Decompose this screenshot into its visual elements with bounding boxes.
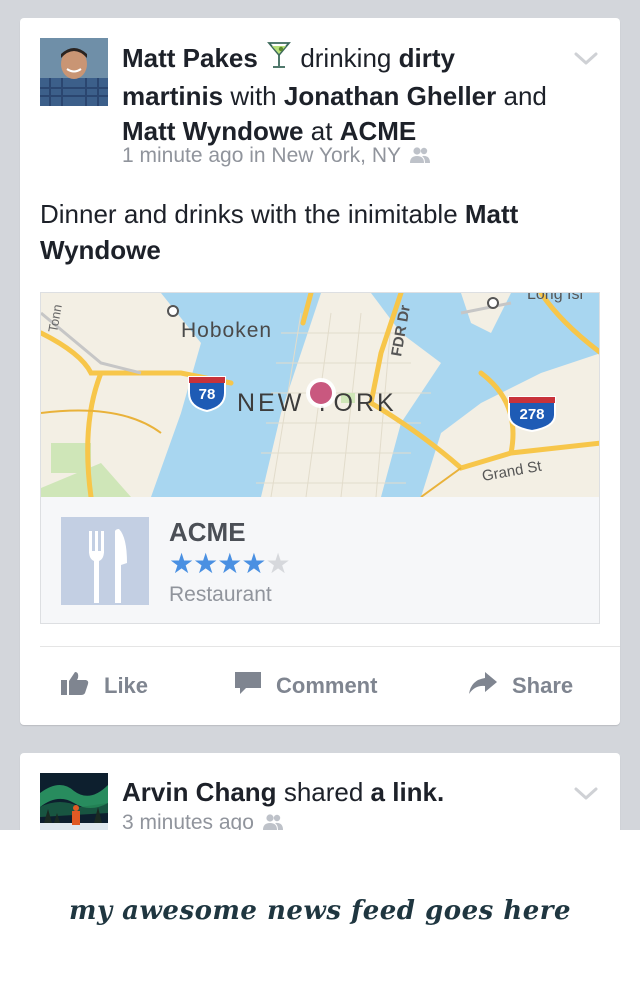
activity-verb: drinking (300, 43, 392, 73)
star-icon: ★ (169, 548, 194, 579)
story-timestamp[interactable]: 1 minute ago in New York, NY (122, 144, 401, 167)
share-label: Share (512, 673, 574, 698)
story-header: Arvin Chang shared a link. (122, 775, 552, 810)
story-meta: 3 minutes ago (122, 811, 284, 830)
comment-bubble-icon (234, 670, 276, 702)
star-icon: ★ (241, 548, 266, 579)
rating-stars: ★★★★★ (169, 547, 291, 580)
friends-icon (409, 146, 431, 170)
map-label-long-island: Long Isl (527, 293, 583, 303)
highway-78-shield: 78 (188, 376, 226, 413)
and-word: and (503, 81, 547, 111)
at-word: at (310, 116, 333, 146)
story-actions: Like Comment Share (20, 647, 620, 725)
story-meta: 1 minute ago in New York, NY (122, 144, 431, 170)
highway-278-shield: 278 (508, 396, 556, 433)
story-timestamp[interactable]: 3 minutes ago (122, 811, 254, 830)
place-link[interactable]: ACME (340, 116, 417, 146)
comment-label: Comment (276, 673, 378, 698)
story-header: Matt Pakes drinking dirty martinis with … (122, 40, 552, 149)
author-name[interactable]: Matt Pakes (122, 43, 258, 73)
tagged-friend-1[interactable]: Jonathan Gheller (284, 81, 496, 111)
thumbs-up-icon (60, 670, 104, 702)
map-transit-dot (167, 305, 179, 317)
news-feed: Matt Pakes drinking dirty martinis with … (0, 0, 640, 830)
tagged-friend-2[interactable]: Matt Wyndowe (122, 116, 304, 146)
story-message: Dinner and drinks with the inimitable Ma… (40, 196, 600, 268)
message-text: Dinner and drinks with the inimitable (40, 199, 458, 229)
chevron-down-icon[interactable] (572, 48, 600, 68)
location-pin-icon[interactable] (306, 378, 336, 408)
shared-verb: shared (283, 777, 364, 807)
place-attachment[interactable]: Hoboken NEW YORK FDR Dr Grand St Long Is… (40, 292, 600, 624)
friends-icon (262, 813, 284, 830)
like-label: Like (104, 673, 149, 698)
place-category: Restaurant (169, 583, 272, 606)
author-avatar[interactable] (40, 38, 108, 106)
svg-text:78: 78 (199, 386, 216, 403)
shared-object-link[interactable]: a link. (371, 777, 445, 807)
chevron-down-icon[interactable] (572, 783, 600, 803)
share-button[interactable]: Share (468, 647, 573, 725)
author-name[interactable]: Arvin Chang (122, 777, 277, 807)
like-button[interactable]: Like (60, 647, 148, 725)
map-image[interactable]: Hoboken NEW YORK FDR Dr Grand St Long Is… (41, 293, 600, 497)
share-arrow-icon (468, 670, 512, 702)
star-icon: ★ (193, 548, 218, 579)
feed-placeholder-tagline: my awesome news feed goes here (69, 896, 571, 926)
star-empty-icon: ★ (265, 548, 290, 579)
author-avatar[interactable] (40, 773, 108, 830)
svg-text:278: 278 (519, 406, 544, 423)
feed-story-card: Matt Pakes drinking dirty martinis with … (20, 18, 620, 725)
with-word: with (230, 81, 277, 111)
martini-icon (267, 40, 291, 79)
comment-button[interactable]: Comment (234, 647, 377, 725)
feed-story-card: Arvin Chang shared a link. 3 minutes ago (20, 753, 620, 830)
star-icon: ★ (217, 548, 242, 579)
place-name[interactable]: ACME (169, 517, 246, 548)
map-transit-dot (487, 297, 499, 309)
map-label-hoboken: Hoboken (181, 319, 272, 342)
fork-knife-icon[interactable] (61, 517, 149, 605)
